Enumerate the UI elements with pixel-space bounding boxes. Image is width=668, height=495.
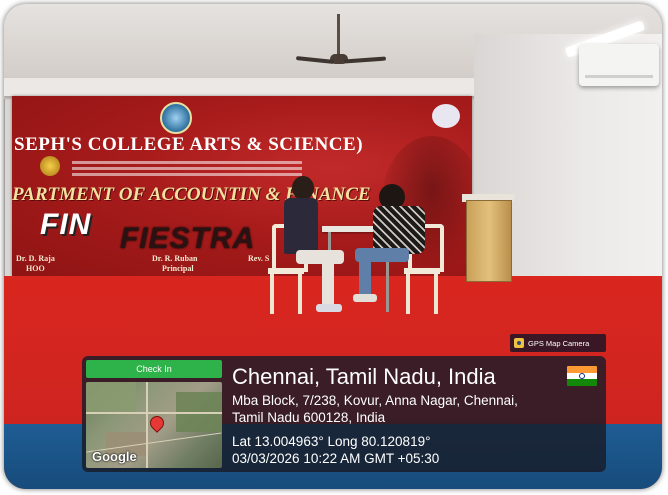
- banner-name-2: Dr. R. Ruban: [152, 254, 198, 263]
- checkin-badge: Check In: [86, 360, 222, 378]
- address-line-1: Mba Block, 7/238, Kovur, Anna Nagar, Che…: [232, 393, 518, 408]
- coordinates: Lat 13.004963° Long 80.120819°: [232, 434, 431, 449]
- photo-frame: SEPH'S COLLEGE ARTS & SCIENCE) PARTMENT …: [4, 4, 662, 489]
- address-line-2: Tamil Nadu 600128, India: [232, 410, 386, 425]
- department-logo: [432, 104, 460, 128]
- location-title: Chennai, Tamil Nadu, India: [232, 364, 496, 389]
- ceiling-fan: [295, 14, 387, 74]
- timestamp: 03/03/2026 10:22 AM GMT +05:30: [232, 451, 440, 466]
- banner-role-2: Principal: [162, 264, 194, 273]
- map-thumbnail: Google: [86, 382, 222, 468]
- person-seated-right: [349, 184, 439, 304]
- banner-event-fiestra: FIESTRA: [120, 222, 256, 255]
- address: Mba Block, 7/238, Kovur, Anna Nagar, Che…: [232, 392, 602, 426]
- college-logo: [160, 102, 192, 134]
- banner-subtitle-lines: [72, 158, 302, 180]
- banner-role-1: HOO: [26, 264, 45, 273]
- podium: [466, 200, 512, 282]
- india-flag-icon: [567, 366, 597, 386]
- google-logo: Google: [92, 449, 137, 464]
- gps-watermark: GPS Map Camera: [510, 334, 606, 352]
- banner-name-1: Dr. D. Raja: [16, 254, 55, 263]
- location-overlay: Check In Google Chennai, Tamil Nadu, Ind…: [82, 356, 606, 472]
- emblem-logo: [40, 156, 60, 176]
- person-seated-left: [282, 176, 352, 316]
- banner-college-name: SEPH'S COLLEGE ARTS & SCIENCE): [14, 134, 364, 155]
- watermark-label: GPS Map Camera: [528, 338, 590, 348]
- camera-icon: [514, 338, 524, 348]
- map-pin-icon: [147, 413, 167, 433]
- ceiling-beam: [4, 78, 504, 96]
- air-conditioner: [579, 44, 659, 86]
- banner-event-fin: FIN: [40, 208, 92, 241]
